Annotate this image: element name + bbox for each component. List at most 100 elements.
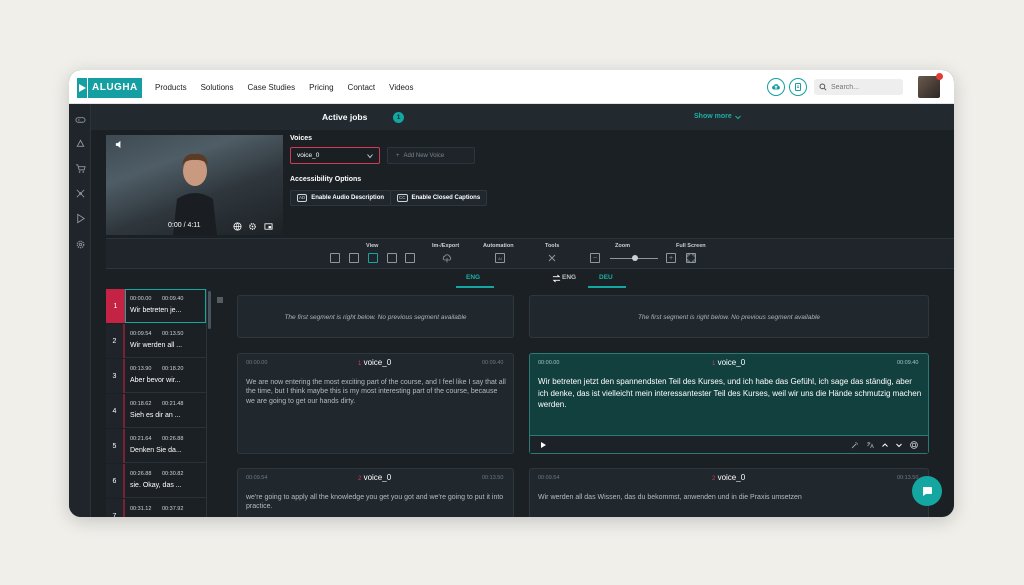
source-language-tab[interactable]: ENG bbox=[466, 274, 480, 281]
magic-wand-icon[interactable] bbox=[850, 440, 859, 449]
segment-text: Aber bevor wir... bbox=[130, 377, 181, 384]
show-more-button[interactable]: Show more bbox=[694, 113, 732, 120]
chat-bubble-icon bbox=[923, 487, 932, 496]
target-language-tab-deu[interactable]: DEU bbox=[599, 274, 613, 281]
swap-languages-icon[interactable] bbox=[552, 274, 561, 283]
cloud-export-icon[interactable] bbox=[442, 253, 452, 263]
cart-icon[interactable] bbox=[73, 161, 87, 175]
view-mode-3-icon[interactable] bbox=[368, 253, 378, 263]
cloud-upload-button[interactable] bbox=[767, 78, 785, 96]
active-jobs-bar: Active jobs 1 Show more bbox=[91, 104, 954, 130]
segment-end: 00:09.40 bbox=[162, 296, 184, 302]
fullscreen-icon[interactable] bbox=[686, 253, 696, 263]
toolbar-view-label: View bbox=[366, 243, 379, 249]
segment-start: 00:09.54 bbox=[130, 331, 152, 337]
document-icon bbox=[795, 83, 801, 91]
enable-closed-captions-button[interactable]: CC Enable Closed Captions bbox=[390, 190, 488, 206]
placeholder-text: The first segment is right below. No pre… bbox=[637, 314, 821, 321]
settings-icon[interactable] bbox=[73, 237, 87, 251]
segment-item[interactable]: 5 00:21.64 00:26.88 Denken Sie da... bbox=[106, 429, 206, 463]
volume-button-area bbox=[114, 221, 124, 231]
gear-icon[interactable] bbox=[247, 221, 257, 231]
segment-end: 00:18.20 bbox=[162, 366, 184, 372]
segment-list-scrollbar[interactable] bbox=[208, 291, 211, 329]
chevron-down-icon[interactable] bbox=[894, 440, 903, 449]
search-box[interactable] bbox=[814, 79, 903, 95]
nav-link-case-studies[interactable]: Case Studies bbox=[248, 83, 296, 92]
user-avatar[interactable] bbox=[918, 73, 943, 98]
tools-icon[interactable] bbox=[547, 253, 557, 263]
target-segment-text[interactable]: Wir betreten jetzt den spannendsten Teil… bbox=[538, 376, 922, 411]
nav-link-products[interactable]: Products bbox=[155, 83, 187, 92]
delete-segment-icon[interactable] bbox=[909, 440, 918, 449]
network-icon[interactable] bbox=[73, 186, 87, 200]
add-voice-input[interactable]: + Add New Voice bbox=[387, 147, 475, 164]
target-segment-card-active[interactable]: 00:00.00 1 voice_0 00:09.40 Wir betreten… bbox=[529, 353, 929, 454]
zoom-in-icon[interactable]: + bbox=[666, 253, 676, 263]
segment-end: 00:30.82 bbox=[162, 471, 184, 477]
segment-start: 00:21.64 bbox=[130, 436, 152, 442]
cloud-upload-icon bbox=[772, 84, 780, 90]
add-voice-placeholder: Add New Voice bbox=[403, 152, 445, 159]
segment-start: 00:18.62 bbox=[130, 401, 152, 407]
nav-link-solutions[interactable]: Solutions bbox=[201, 83, 234, 92]
nav-link-pricing[interactable]: Pricing bbox=[309, 83, 333, 92]
segment-number: 2 bbox=[106, 324, 125, 358]
chat-button[interactable] bbox=[912, 476, 942, 506]
card-end-time: 00:09.40 bbox=[482, 360, 504, 366]
chevron-up-icon[interactable] bbox=[880, 440, 889, 449]
segment-number: 7 bbox=[106, 499, 125, 517]
voice-select[interactable]: voice_0 bbox=[290, 147, 380, 164]
target-segment-text[interactable]: Wir werden all das Wissen, das du bekomm… bbox=[538, 493, 922, 502]
segment-number: 5 bbox=[106, 429, 125, 463]
play-segment-icon[interactable] bbox=[538, 440, 547, 449]
toolbar-automation-label: Automation bbox=[483, 243, 514, 249]
card-voice-label: 2 voice_0 bbox=[712, 473, 746, 482]
toolbar-tools-label: Tools bbox=[545, 243, 560, 249]
nav-link-videos[interactable]: Videos bbox=[389, 83, 413, 92]
closed-captions-label: Enable Closed Captions bbox=[411, 195, 481, 201]
toolbar-fullscreen-label: Full Screen bbox=[676, 243, 706, 249]
zoom-slider-handle[interactable] bbox=[632, 255, 638, 261]
segment-end: 00:37.92 bbox=[162, 506, 184, 512]
translate-icon[interactable] bbox=[865, 440, 874, 449]
segment-item[interactable]: 4 00:18.62 00:21.48 Sieh es dir an ... bbox=[106, 394, 206, 428]
gamepad-icon[interactable] bbox=[73, 112, 87, 126]
voice-select-value: voice_0 bbox=[297, 152, 320, 159]
segment-item[interactable]: 1 00:00.00 00:09.40 Wir betreten je... bbox=[106, 289, 206, 323]
segment-item[interactable]: 7 00:31.12 00:37.92 bbox=[106, 499, 206, 517]
recycle-icon[interactable] bbox=[73, 137, 87, 151]
target-segment-card[interactable]: 00:09.54 2 voice_0 00:13.50 Wir werden a… bbox=[529, 468, 929, 517]
picture-in-picture-icon[interactable] bbox=[263, 221, 273, 231]
segment-item[interactable]: 6 00:26.88 00:30.82 sie. Okay, das ... bbox=[106, 464, 206, 498]
view-mode-5-icon[interactable] bbox=[405, 253, 415, 263]
play-icon[interactable] bbox=[73, 211, 87, 225]
document-button[interactable] bbox=[789, 78, 807, 96]
plus-icon: + bbox=[396, 152, 400, 159]
brand-logo[interactable]: ALUGHA bbox=[77, 77, 142, 98]
segment-text: sie. Okay, das ... bbox=[130, 482, 182, 489]
segment-item[interactable]: 3 00:13.90 00:18.20 Aber bevor wir... bbox=[106, 359, 206, 393]
notification-dot bbox=[936, 73, 943, 80]
segment-item[interactable]: 2 00:09.54 00:13.50 Wir werden all ... bbox=[106, 324, 206, 358]
target-language-tab-eng[interactable]: ENG bbox=[562, 274, 576, 281]
volume-icon[interactable] bbox=[114, 139, 124, 149]
globe-icon[interactable] bbox=[232, 221, 242, 231]
video-player[interactable]: 0:00 / 4:11 bbox=[106, 135, 283, 235]
list-options-icon[interactable] bbox=[216, 296, 224, 304]
top-navigation: ALUGHA Products Solutions Case Studies P… bbox=[69, 70, 954, 104]
chevron-down-icon bbox=[367, 154, 373, 159]
view-mode-1-icon[interactable] bbox=[330, 253, 340, 263]
enable-audio-description-button[interactable]: AD Enable Audio Description bbox=[290, 190, 392, 206]
ai-automation-icon[interactable]: AI bbox=[495, 253, 505, 263]
chevron-down-icon bbox=[735, 115, 741, 120]
source-segment-card[interactable]: 00:09.54 2 voice_0 00:13.50 we're going … bbox=[237, 468, 514, 517]
zoom-out-icon[interactable]: − bbox=[590, 253, 600, 263]
nav-links: Products Solutions Case Studies Pricing … bbox=[155, 70, 413, 104]
placeholder-text: The first segment is right below. No pre… bbox=[284, 314, 467, 321]
view-mode-2-icon[interactable] bbox=[349, 253, 359, 263]
source-segment-card[interactable]: 00:00.00 1 voice_0 00:09.40 We are now e… bbox=[237, 353, 514, 454]
view-mode-4-icon[interactable] bbox=[387, 253, 397, 263]
search-input[interactable] bbox=[831, 83, 901, 91]
nav-link-contact[interactable]: Contact bbox=[348, 83, 376, 92]
